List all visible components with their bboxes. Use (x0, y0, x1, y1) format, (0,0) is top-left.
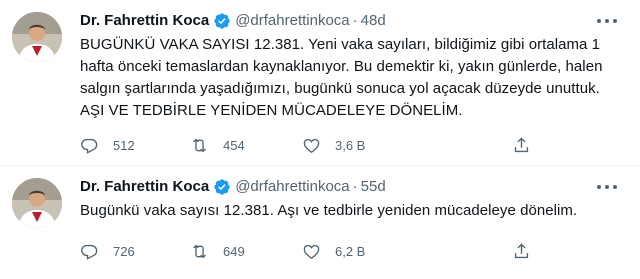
separator-dot: · (352, 178, 358, 195)
like-count: 6,2 B (335, 243, 366, 259)
reply-button[interactable]: 512 (80, 134, 135, 156)
author-handle[interactable]: @drfahrettinkoca (235, 177, 349, 197)
reply-icon (81, 244, 98, 260)
like-button[interactable]: 6,2 B (302, 240, 365, 262)
reply-button[interactable]: 726 (80, 240, 135, 262)
tweet[interactable]: Dr. Fahrettin Koca @drfahrettinkoca · 55… (0, 166, 640, 279)
reply-count: 512 (113, 137, 135, 153)
heart-icon (303, 138, 320, 153)
timestamp[interactable]: 48d (361, 11, 386, 31)
share-button[interactable] (512, 240, 531, 262)
tweet-text: Bugünkü vaka sayısı 12.381. Aşı ve tedbi… (80, 202, 578, 219)
more-options-icon[interactable] (596, 12, 618, 30)
timestamp[interactable]: 55d (361, 177, 386, 197)
separator-dot: · (352, 12, 358, 29)
retweet-count: 454 (223, 137, 245, 153)
avatar[interactable] (12, 178, 62, 228)
tweet-header: Dr. Fahrettin Koca @drfahrettinkoca · 55… (80, 177, 386, 197)
tweet-text: BUGÜNKÜ VAKA SAYISI 12.381. Yeni vaka sa… (80, 36, 603, 119)
author-handle[interactable]: @drfahrettinkoca (235, 11, 349, 31)
action-bar: 512 454 3,6 B (80, 134, 550, 156)
action-bar: 726 649 6,2 B (80, 240, 550, 262)
avatar[interactable] (12, 12, 62, 62)
tweet-header: Dr. Fahrettin Koca @drfahrettinkoca · 48… (80, 11, 386, 31)
retweet-count: 649 (223, 243, 245, 259)
retweet-icon (193, 138, 206, 152)
author-name[interactable]: Dr. Fahrettin Koca (80, 177, 209, 197)
verified-badge-icon (213, 12, 231, 30)
share-icon (514, 242, 529, 258)
reply-count: 726 (113, 243, 135, 259)
author-name[interactable]: Dr. Fahrettin Koca (80, 11, 209, 31)
heart-icon (303, 244, 320, 259)
retweet-button[interactable]: 649 (190, 240, 245, 262)
retweet-icon (193, 244, 206, 258)
like-count: 3,6 B (335, 137, 366, 153)
retweet-button[interactable]: 454 (190, 134, 245, 156)
reply-icon (81, 138, 98, 154)
share-icon (514, 136, 529, 152)
like-button[interactable]: 3,6 B (302, 134, 365, 156)
share-button[interactable] (512, 134, 531, 156)
tweet[interactable]: Dr. Fahrettin Koca @drfahrettinkoca · 48… (0, 0, 640, 166)
verified-badge-icon (213, 178, 231, 196)
more-options-icon[interactable] (596, 178, 618, 196)
